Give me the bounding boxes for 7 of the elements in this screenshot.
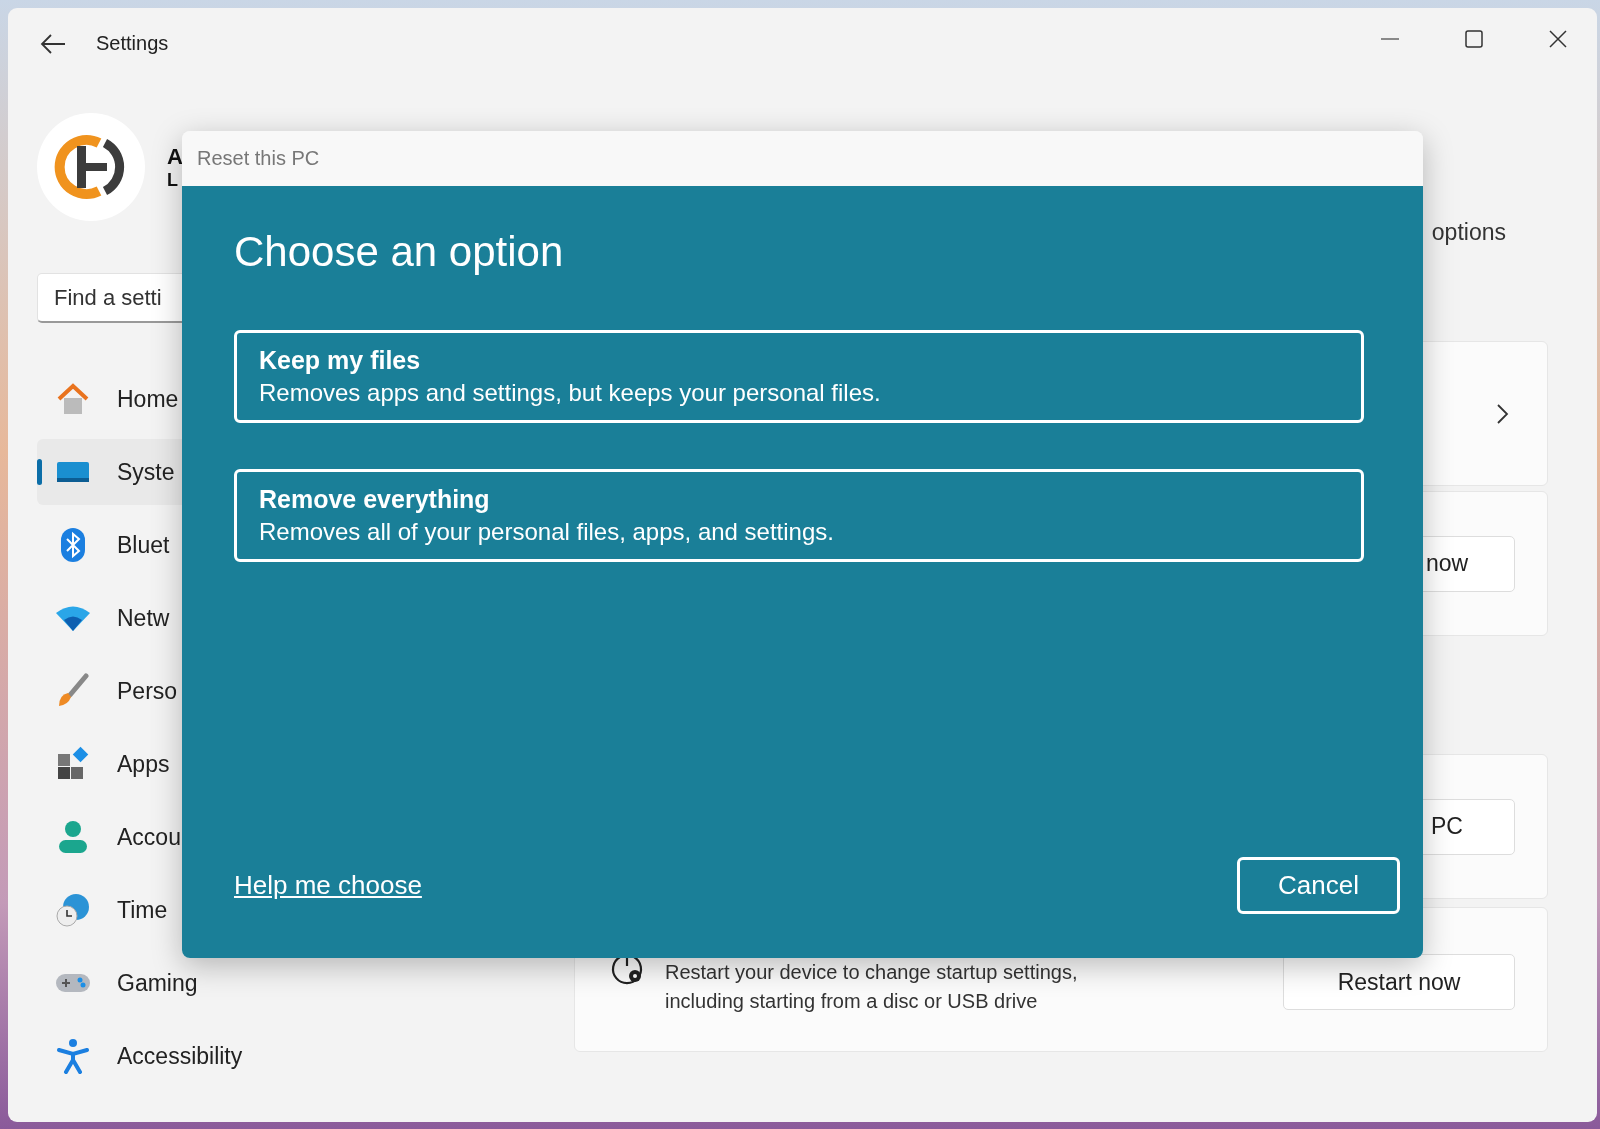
dialog-title: Reset this PC xyxy=(197,147,320,170)
section-heading: options xyxy=(1431,219,1506,247)
card-description: Restart your device to change startup settings, including starting from a disc or USB drive xyxy=(665,960,1079,1014)
profile-name: A xyxy=(167,143,183,170)
dialog-heading: Choose an option xyxy=(234,228,565,276)
window-title: Settings xyxy=(96,32,169,55)
profile-detail: L xyxy=(167,169,179,191)
